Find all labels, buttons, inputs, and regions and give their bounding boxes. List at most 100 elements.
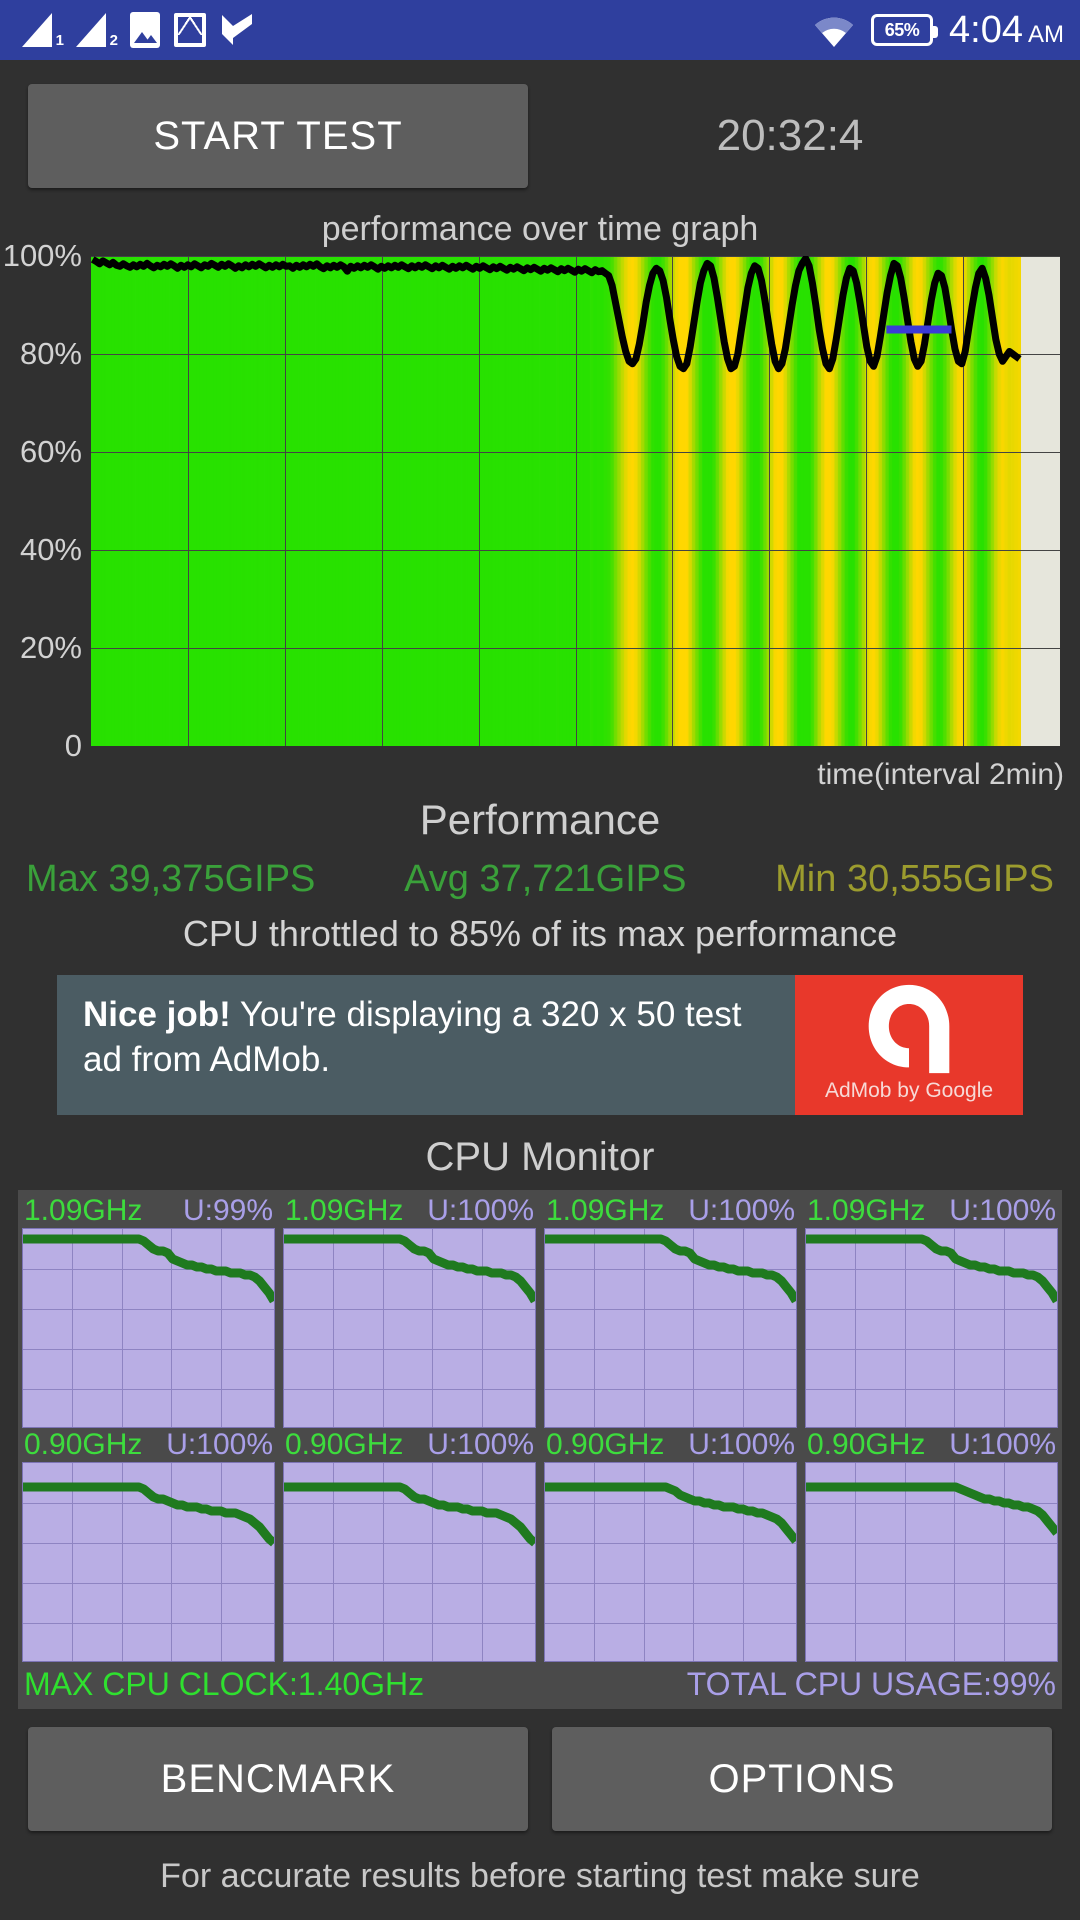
bencmark-button[interactable]: BENCMARK (28, 1727, 528, 1831)
chart-x-axis-label: time(interval 2min) (817, 758, 1064, 791)
cpu-core-plot (22, 1228, 275, 1428)
performance-heading: Performance (419, 796, 661, 843)
chart-plot-area (91, 256, 1060, 746)
signal-2-icon: 2 (76, 13, 118, 49)
cpu-core-usage: U:100% (949, 1194, 1056, 1227)
chart-trace-line (91, 256, 1022, 373)
chart-y-axis: 0 20% 40% 60% 80% 100% (0, 238, 86, 763)
admob-banner[interactable]: Nice job! You're displaying a 320 x 50 t… (57, 975, 1023, 1115)
top-controls: START TEST 20:32:4 (0, 84, 1080, 188)
cpu-core-usage: U:100% (166, 1428, 273, 1461)
cpu-core-cell: 1.09GHz U:100% (279, 1194, 540, 1428)
chart-y-tick: 20% (19, 630, 82, 665)
cpu-core-cell: 0.90GHz U:100% (279, 1428, 540, 1662)
cpu-core-trace (806, 1482, 1057, 1536)
cpu-core-plot (22, 1462, 275, 1662)
cpu-core-cell: 0.90GHz U:100% (801, 1428, 1062, 1662)
clock-ampm: AM (1028, 20, 1064, 48)
cpu-core-trace (545, 1234, 796, 1304)
cpu-core-frequency: 1.09GHz (546, 1194, 665, 1227)
cpu-core-cell: 1.09GHz U:100% (540, 1194, 801, 1428)
gmail-icon (174, 13, 206, 47)
cpu-core-usage: U:100% (427, 1194, 534, 1227)
cpu-core-frequency: 0.90GHz (546, 1428, 665, 1461)
performance-max: Max 39,375GIPS (26, 858, 316, 900)
cpu-core-header: 1.09GHz U:100% (283, 1194, 536, 1228)
cpu-core-usage: U:100% (688, 1428, 795, 1461)
clock-time: 4:04 (949, 8, 1023, 51)
cpu-core-frequency: 0.90GHz (807, 1428, 926, 1461)
admob-glyph-icon (868, 984, 950, 1074)
signal-1-icon: 1 (22, 13, 64, 49)
total-cpu-usage: TOTAL CPU USAGE:99% (686, 1666, 1056, 1702)
status-bar-left-icons: 1 2 (22, 12, 254, 49)
chart-y-tick: 60% (19, 434, 82, 469)
cpu-core-header: 0.90GHz U:100% (544, 1428, 797, 1462)
cpu-core-header: 0.90GHz U:100% (22, 1428, 275, 1462)
tasks-icon (220, 12, 254, 48)
cpu-monitor-footer: MAX CPU CLOCK:1.40GHz TOTAL CPU USAGE:99… (18, 1662, 1062, 1709)
chart-y-tick: 80% (19, 336, 82, 371)
cpu-core-cell: 1.09GHz U:99% (18, 1194, 279, 1428)
status-bar-clock: 4:04 AM (949, 9, 1064, 52)
cpu-core-header: 1.09GHz U:100% (544, 1194, 797, 1228)
wifi-icon (813, 13, 855, 47)
options-button[interactable]: OPTIONS (552, 1727, 1052, 1831)
status-bar: 1 2 65% 4:04 AM (0, 0, 1080, 60)
cpu-core-plot (283, 1228, 536, 1428)
cpu-core-header: 0.90GHz U:100% (805, 1428, 1058, 1462)
cpu-core-trace (284, 1482, 535, 1547)
cpu-monitor-title: CPU Monitor (425, 1135, 655, 1179)
cpu-core-plot (544, 1228, 797, 1428)
cpu-core-frequency: 0.90GHz (24, 1428, 143, 1461)
cpu-core-frequency: 1.09GHz (24, 1194, 143, 1227)
cpu-core-header: 0.90GHz U:100% (283, 1428, 536, 1462)
performance-chart: performance over time graph 0 20% 40% 60% 80… (0, 210, 1080, 791)
battery-icon: 65% (871, 14, 939, 46)
admob-logo: AdMob by Google (795, 975, 1023, 1115)
cpu-monitor-panel: 1.09GHz U:99% 1.09GHz U:100% 1.09GHz U:100% 1.… (18, 1190, 1062, 1709)
status-bar-right-icons: 65% 4:04 AM (813, 9, 1064, 52)
chart-title: performance over time graph (321, 210, 759, 248)
cpu-core-trace (23, 1234, 274, 1304)
cpu-core-cell: 0.90GHz U:100% (540, 1428, 801, 1662)
performance-min: Min 30,555GIPS (775, 858, 1054, 900)
performance-avg: Avg 37,721GIPS (404, 858, 687, 900)
chart-y-tick: 100% (2, 238, 82, 273)
footer-note: For accurate results before starting tes… (160, 1857, 920, 1895)
cpu-core-plot (805, 1462, 1058, 1662)
signal-1-label: 1 (55, 32, 64, 49)
chart-y-tick: 40% (19, 532, 82, 567)
cpu-core-usage: U:99% (182, 1194, 273, 1227)
max-cpu-clock: MAX CPU CLOCK:1.40GHz (24, 1666, 425, 1702)
cpu-core-trace (23, 1482, 274, 1547)
ad-headline: Nice job! (83, 995, 231, 1034)
elapsed-timer: 20:32:4 (716, 111, 864, 160)
bottom-controls: BENCMARK OPTIONS (0, 1727, 1080, 1831)
photos-icon (130, 12, 160, 48)
cpu-core-usage: U:100% (949, 1428, 1056, 1461)
cpu-core-trace (806, 1234, 1057, 1304)
cpu-core-usage: U:100% (427, 1428, 534, 1461)
cpu-core-usage: U:100% (688, 1194, 795, 1227)
signal-2-label: 2 (109, 32, 118, 49)
cpu-core-frequency: 0.90GHz (285, 1428, 404, 1461)
cpu-core-trace (545, 1482, 796, 1544)
cpu-core-plot (544, 1462, 797, 1662)
ad-copy: Nice job! You're displaying a 320 x 50 t… (57, 975, 795, 1115)
cpu-core-cell: 1.09GHz U:100% (801, 1194, 1062, 1428)
throttle-note: CPU throttled to 85% of its max performa… (182, 913, 898, 954)
chart-y-tick: 0 (64, 728, 82, 763)
cpu-core-header: 1.09GHz U:99% (22, 1194, 275, 1228)
cpu-core-trace (284, 1234, 535, 1304)
cpu-core-frequency: 1.09GHz (807, 1194, 926, 1227)
cpu-core-header: 1.09GHz U:100% (805, 1194, 1058, 1228)
performance-stats: Max 39,375GIPS Avg 37,721GIPS Min 30,555… (0, 858, 1080, 901)
cpu-core-plot (805, 1228, 1058, 1428)
cpu-core-plot (283, 1462, 536, 1662)
cpu-core-cell: 0.90GHz U:100% (18, 1428, 279, 1662)
start-test-button[interactable]: START TEST (28, 84, 528, 188)
battery-percent: 65% (884, 19, 920, 40)
admob-brand-label: AdMob by Google (824, 1079, 994, 1102)
cpu-core-frequency: 1.09GHz (285, 1194, 404, 1227)
